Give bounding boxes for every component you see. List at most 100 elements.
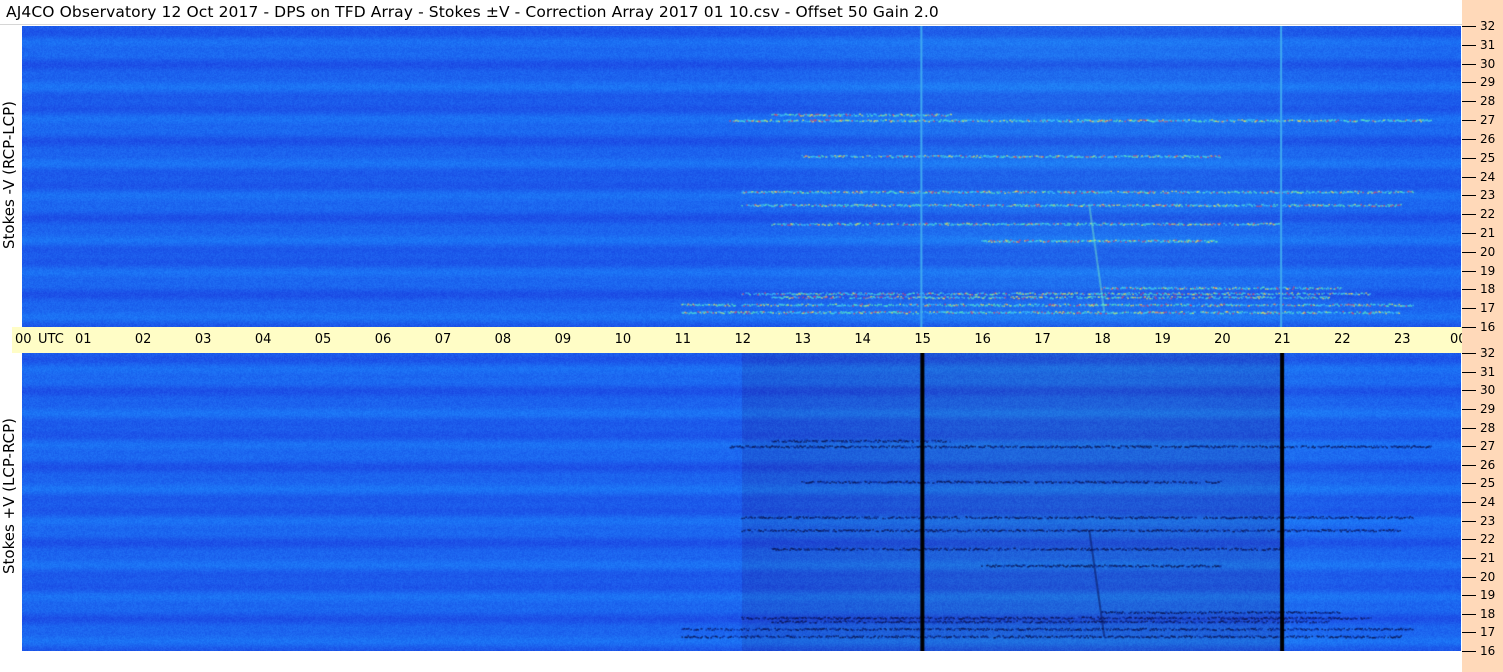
utc-tick-label: 23 — [1394, 332, 1411, 347]
frequency-tick-mark — [1462, 390, 1476, 391]
frequency-tick-label: 23 — [1480, 188, 1496, 203]
stokes-minus-v-spectrogram — [22, 26, 1461, 327]
frequency-tick-mark — [1462, 327, 1476, 328]
frequency-tick-label: 21 — [1480, 550, 1496, 565]
frequency-tick-label: 16 — [1480, 320, 1496, 334]
chart-title: AJ4CO Observatory 12 Oct 2017 - DPS on T… — [6, 3, 939, 21]
frequency-tick-label: 22 — [1480, 532, 1496, 547]
frequency-tick-mark — [1462, 158, 1476, 159]
frequency-tick-mark — [1462, 614, 1476, 615]
frequency-tick-mark — [1462, 308, 1476, 309]
utc-time-axis: 00 01 02 03 04 05 06 07 08 09 10 11 12 13 14 15 16 17 18 19… — [12, 327, 1502, 353]
frequency-tick-mark — [1462, 595, 1476, 596]
utc-tick-label: 14 — [854, 332, 871, 347]
frequency-tick-mark — [1462, 26, 1476, 27]
frequency-tick-label: 16 — [1480, 644, 1496, 658]
frequency-tick-label: 26 — [1480, 131, 1496, 146]
frequency-tick-label: 19 — [1480, 263, 1496, 278]
frequency-tick-label: 32 — [1480, 346, 1496, 360]
utc-tick-label: 03 — [194, 332, 212, 347]
stokes-plus-v-spectrogram — [22, 353, 1461, 651]
frequency-tick-mark — [1462, 465, 1476, 466]
frequency-tick-mark — [1462, 233, 1476, 234]
utc-tick-label: 18 — [1094, 332, 1111, 347]
frequency-tick-label: 29 — [1480, 401, 1496, 416]
frequency-tick-mark — [1462, 632, 1476, 633]
title-divider — [0, 24, 1462, 25]
utc-tick-label: 00 — [15, 332, 32, 347]
frequency-tick-mark — [1462, 82, 1476, 83]
frequency-tick-label: 25 — [1480, 150, 1496, 165]
utc-tick-label: 21 — [1274, 332, 1291, 347]
frequency-tick-label: 32 — [1480, 19, 1496, 33]
frequency-tick-label: 25 — [1480, 476, 1496, 491]
frequency-tick-label: 24 — [1480, 169, 1496, 184]
frequency-tick-mark — [1462, 289, 1476, 290]
frequency-tick-label: 22 — [1480, 207, 1496, 222]
utc-tick-label: 22 — [1334, 332, 1351, 347]
frequency-tick-mark — [1462, 214, 1476, 215]
frequency-tick-label: 18 — [1480, 606, 1496, 621]
frequency-tick-label: 20 — [1480, 569, 1496, 584]
frequency-tick-mark — [1462, 139, 1476, 140]
frequency-tick-mark — [1462, 521, 1476, 522]
utc-tick-label: 10 — [614, 332, 632, 347]
frequency-tick-mark — [1462, 428, 1476, 429]
stokes-minus-v-heatmap — [22, 26, 1461, 327]
frequency-tick-label: 31 — [1480, 364, 1496, 379]
frequency-tick-mark — [1462, 177, 1476, 178]
frequency-tick-mark — [1462, 195, 1476, 196]
frequency-tick-mark — [1462, 483, 1476, 484]
utc-tick-label: 11 — [674, 332, 692, 347]
frequency-tick-label: 17 — [1480, 301, 1496, 316]
frequency-tick-label: 31 — [1480, 37, 1496, 52]
utc-tick-label: 16 — [974, 332, 991, 347]
frequency-tick-mark — [1462, 502, 1476, 503]
utc-tick-label: 19 — [1154, 332, 1171, 347]
frequency-tick-mark — [1462, 558, 1476, 559]
utc-tick-label: 12 — [734, 332, 752, 347]
frequency-tick-mark — [1462, 271, 1476, 272]
frequency-tick-label: 30 — [1480, 383, 1496, 398]
frequency-tick-label: 21 — [1480, 225, 1496, 240]
utc-tick-label: 07 — [434, 332, 452, 347]
utc-tick-label: 06 — [374, 332, 392, 347]
frequency-tick-label: 27 — [1480, 113, 1496, 128]
frequency-tick-mark — [1462, 651, 1476, 652]
frequency-tick-mark — [1462, 101, 1476, 102]
frequency-tick-label: 30 — [1480, 56, 1496, 71]
utc-tick-label: 05 — [314, 332, 332, 347]
frequency-tick-mark — [1462, 539, 1476, 540]
top-panel-ylabel: Stokes -V (RCP-LCP) — [0, 101, 18, 249]
utc-tick-label: 13 — [794, 332, 811, 347]
frequency-tick-mark — [1462, 252, 1476, 253]
frequency-tick-label: 19 — [1480, 588, 1496, 603]
frequency-tick-mark — [1462, 120, 1476, 121]
frequency-tick-mark — [1462, 64, 1476, 65]
frequency-tick-label: 28 — [1480, 420, 1496, 435]
utc-tick-label: 02 — [134, 332, 152, 347]
frequency-tick-label: 23 — [1480, 513, 1496, 528]
utc-tick-label: 01 — [74, 332, 92, 347]
frequency-tick-mark — [1462, 577, 1476, 578]
frequency-tick-mark — [1462, 353, 1476, 354]
utc-tick-label: 04 — [254, 332, 272, 347]
utc-tick-label: 15 — [914, 332, 931, 347]
frequency-tick-label: 29 — [1480, 75, 1496, 90]
frequency-tick-label: 27 — [1480, 439, 1496, 454]
stokes-plus-v-heatmap — [22, 353, 1461, 651]
frequency-tick-mark — [1462, 45, 1476, 46]
frequency-tick-label: 17 — [1480, 625, 1496, 640]
frequency-tick-mark — [1462, 409, 1476, 410]
utc-tick-label: 09 — [554, 332, 572, 347]
utc-tick-label: 08 — [494, 332, 512, 347]
bottom-panel-ylabel: Stokes +V (LCP-RCP) — [0, 418, 18, 574]
frequency-tick-label: 20 — [1480, 244, 1496, 259]
utc-unit-label: UTC — [38, 332, 64, 347]
utc-tick-label: 17 — [1034, 332, 1051, 347]
frequency-tick-label: 18 — [1480, 282, 1496, 297]
frequency-tick-label: 26 — [1480, 457, 1496, 472]
frequency-tick-label: 24 — [1480, 495, 1496, 509]
utc-tick-label: 20 — [1214, 332, 1231, 347]
frequency-tick-mark — [1462, 372, 1476, 373]
